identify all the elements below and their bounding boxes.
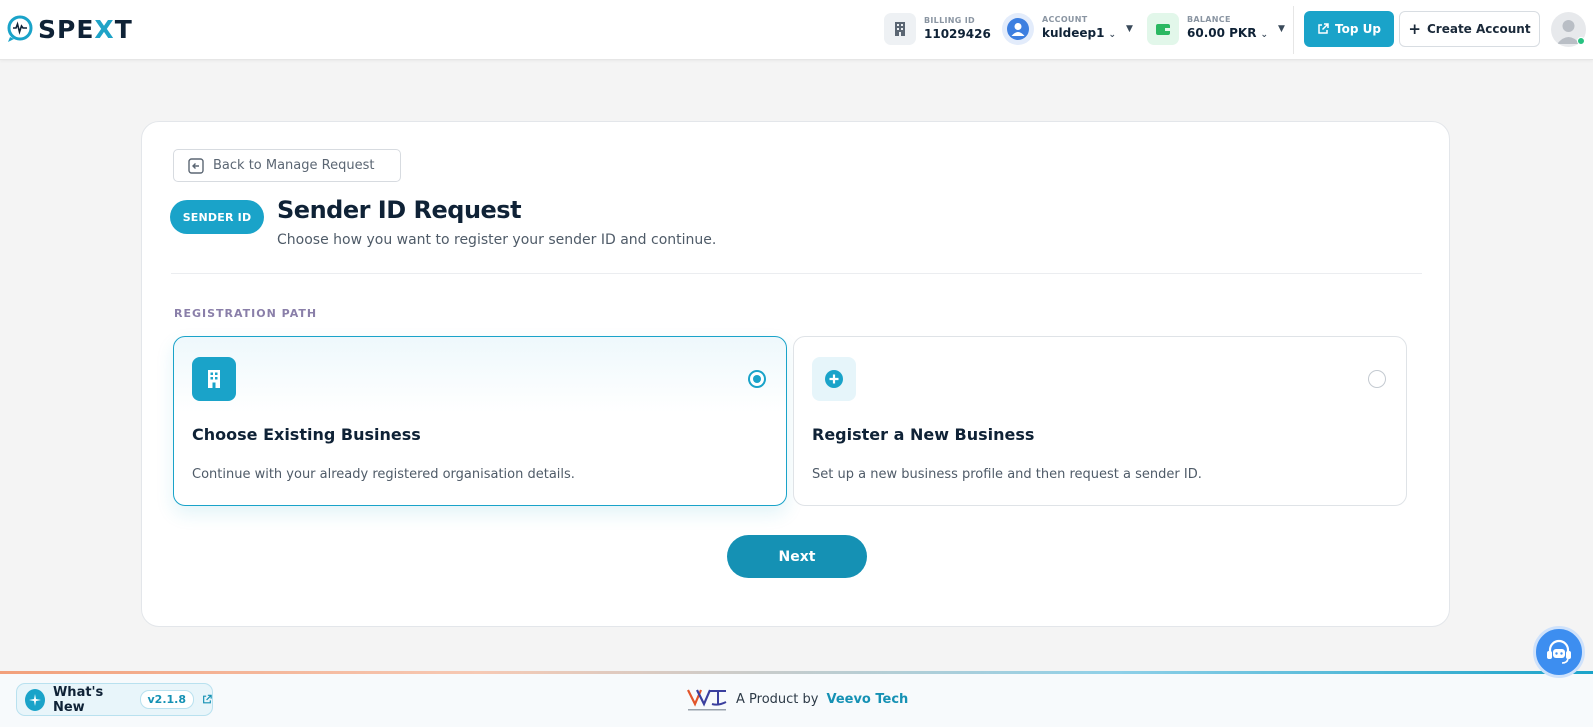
support-headset-icon: [1547, 639, 1571, 664]
back-to-manage-request-button[interactable]: Back to Manage Request: [173, 149, 401, 182]
logo-chat-icon: [7, 15, 33, 42]
product-prefix: A Product by: [736, 691, 819, 707]
whats-new-label: What's New: [52, 684, 104, 715]
billing-id-value: 11029426: [924, 27, 991, 41]
create-account-label: Create Account: [1426, 22, 1531, 36]
create-account-button[interactable]: + Create Account: [1399, 11, 1540, 47]
veevo-tech-logo: [687, 689, 727, 711]
page-subtitle: Choose how you want to register your sen…: [277, 232, 717, 248]
billing-id-label: BILLING ID: [924, 16, 975, 25]
caret-down-icon[interactable]: ▼: [1278, 24, 1285, 34]
registration-path-label: REGISTRATION PATH: [174, 307, 318, 320]
option-register-new-business[interactable]: Register a New Business Set up a new bus…: [793, 336, 1407, 506]
building-icon: [192, 357, 236, 401]
next-button[interactable]: Next: [727, 535, 867, 578]
support-chat-button[interactable]: [1533, 626, 1585, 678]
building-icon: [884, 13, 916, 45]
chevron-down-icon: ⌄: [1108, 30, 1116, 40]
external-link-icon: [1318, 23, 1329, 34]
sender-id-badge: SENDER ID: [170, 200, 264, 234]
logo-text: SPEXT: [38, 14, 133, 44]
top-up-label: Top Up: [1335, 22, 1381, 36]
online-status-dot: [1577, 37, 1585, 45]
plus-icon: +: [1408, 20, 1421, 38]
chevron-down-icon: ⌄: [1260, 30, 1269, 40]
spext-logo[interactable]: SPEXT: [4, 13, 133, 45]
footer: What's New v2.1.8 A Product by Veevo Tec…: [0, 674, 1593, 727]
account-label: ACCOUNT: [1042, 15, 1088, 24]
balance-selector[interactable]: BALANCE 60.00 PKR ⌄ ▼: [1147, 13, 1285, 45]
back-label: Back to Manage Request: [213, 158, 375, 173]
top-header: SPEXT BILLING ID 11029426 ACCOUNT kuldee…: [0, 0, 1593, 60]
billing-id-info: BILLING ID 11029426: [884, 13, 991, 45]
top-up-button[interactable]: Top Up: [1304, 11, 1394, 47]
option-radio-selected[interactable]: [748, 370, 766, 388]
header-divider: [1293, 6, 1294, 54]
whats-new-button[interactable]: What's New v2.1.8: [16, 683, 213, 716]
account-selector[interactable]: ACCOUNT kuldeep1 ⌄ ▼: [1002, 13, 1133, 45]
divider: [171, 273, 1422, 274]
back-arrow-icon: [188, 157, 204, 174]
account-value: kuldeep1 ⌄: [1042, 26, 1116, 40]
option-title: Register a New Business: [812, 425, 1035, 444]
wallet-icon: [1147, 13, 1179, 45]
user-icon: [1002, 13, 1034, 45]
page-title: Sender ID Request: [277, 196, 522, 224]
product-credit: A Product by Veevo Tech: [686, 679, 908, 719]
option-description: Set up a new business profile and then r…: [812, 467, 1202, 482]
option-title: Choose Existing Business: [192, 425, 421, 444]
balance-label: BALANCE: [1187, 15, 1231, 24]
option-choose-existing-business[interactable]: Choose Existing Business Continue with y…: [173, 336, 787, 506]
caret-down-icon[interactable]: ▼: [1126, 24, 1133, 34]
version-badge: v2.1.8: [139, 690, 195, 709]
external-link-icon: [203, 694, 212, 704]
option-radio[interactable]: [1368, 370, 1386, 388]
sparkle-icon: [25, 688, 45, 711]
veevo-tech-link[interactable]: Veevo Tech: [826, 692, 908, 707]
sender-id-request-card: Back to Manage Request SENDER ID Sender …: [141, 121, 1450, 627]
balance-value: 60.00 PKR ⌄: [1187, 26, 1269, 40]
option-description: Continue with your already registered or…: [192, 467, 575, 482]
plus-circle-icon: [812, 357, 856, 401]
